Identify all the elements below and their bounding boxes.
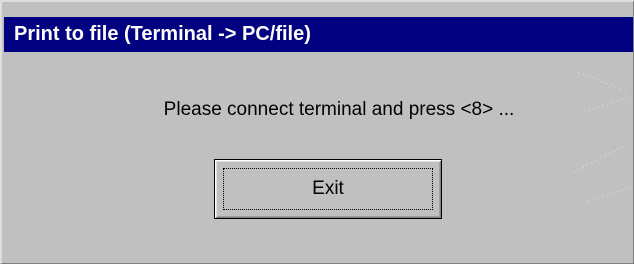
window-title: Print to file (Terminal -> PC/file) <box>14 23 311 45</box>
connect-terminal-message: Please connect terminal and press <8> ..… <box>163 99 515 120</box>
exit-button-label: Exit <box>312 178 344 199</box>
print-to-file-dialog: Print to file (Terminal -> PC/file) Plea… <box>0 0 634 264</box>
title-bar[interactable]: Print to file (Terminal -> PC/file) <box>4 17 633 52</box>
exit-button[interactable]: Exit <box>214 159 442 219</box>
background-decoration <box>573 71 632 203</box>
exit-button-focus-rect: Exit <box>223 168 433 210</box>
window-top-edge <box>2 2 633 17</box>
